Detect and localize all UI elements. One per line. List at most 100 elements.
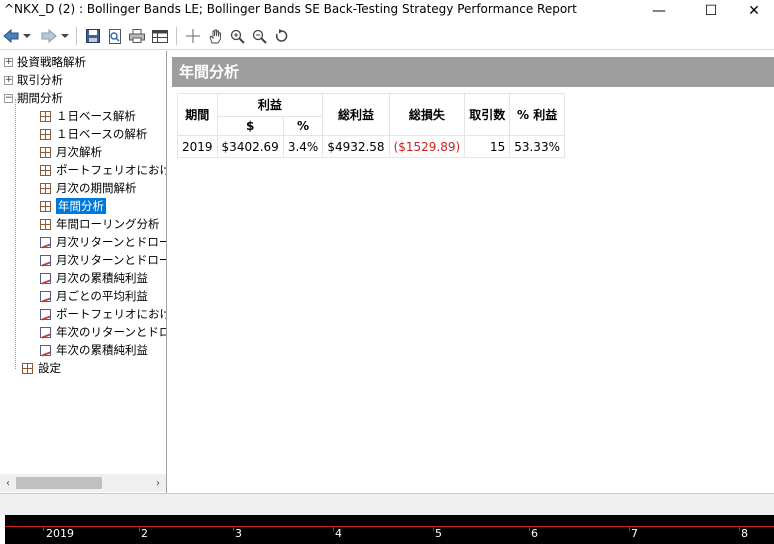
tree-node-label: 取引分析 xyxy=(17,73,63,87)
back-arrow-icon xyxy=(3,29,19,43)
collapse-icon[interactable]: − xyxy=(4,93,13,103)
tree-node-label: 投資戦略解析 xyxy=(17,55,86,69)
report-chart-icon xyxy=(40,326,51,338)
tree-item[interactable]: 月次解析 xyxy=(40,143,102,161)
scroll-right-icon[interactable]: › xyxy=(150,474,166,492)
report-chart-icon xyxy=(40,254,51,266)
tree-item[interactable]: １日ベース解析 xyxy=(40,107,136,125)
tree-item-label: 年次の累積純利益 xyxy=(56,343,148,357)
scroll-thumb[interactable] xyxy=(16,477,102,489)
pan-button[interactable] xyxy=(206,26,224,46)
tree-item-label: 年次のリターンとドローダ xyxy=(56,325,166,339)
tree-item[interactable]: 年次のリターンとドローダ xyxy=(40,323,166,341)
tree-item-label: １日ベースの解析 xyxy=(56,127,148,141)
tree-item[interactable]: 年次の累積純利益 xyxy=(40,341,148,359)
toolbar-separator xyxy=(176,27,177,45)
reset-zoom-icon xyxy=(275,28,287,42)
forward-dropdown[interactable] xyxy=(60,26,70,46)
report-table-icon xyxy=(40,164,51,176)
tree-item[interactable]: 月次の累積純利益 xyxy=(40,269,148,287)
zoom-out-button[interactable] xyxy=(250,26,268,46)
column-header-pct-profitable: % 利益 xyxy=(509,93,565,136)
timeline-label: 7 xyxy=(631,527,638,540)
tree-item-selected[interactable]: 年間分析 xyxy=(40,197,106,215)
cell-gross-loss: ($1529.89) xyxy=(388,135,466,158)
maximize-button[interactable]: ☐ xyxy=(688,0,734,22)
print-button[interactable] xyxy=(128,26,146,46)
print-preview-icon xyxy=(109,28,121,44)
tree-item[interactable]: 月次リターンとドローダウ xyxy=(40,251,166,269)
timeline-tick xyxy=(629,526,630,531)
tree-item[interactable]: 月ごとの平均利益 xyxy=(40,287,148,305)
tree-item[interactable]: 月次リターンとドローダウ xyxy=(40,233,166,251)
zoom-in-button[interactable] xyxy=(228,26,246,46)
back-dropdown[interactable] xyxy=(22,26,32,46)
minimize-icon: — xyxy=(652,3,666,19)
table-view-button[interactable] xyxy=(150,26,170,46)
timeline-tick xyxy=(43,526,44,531)
crosshair-icon xyxy=(186,29,200,43)
tree-item[interactable]: 年間ローリング分析 xyxy=(40,215,160,233)
timeline-bar[interactable]: 2019 2 3 4 5 6 7 8 xyxy=(5,515,774,544)
tree-node-label: 設定 xyxy=(38,361,61,375)
crosshair-button[interactable] xyxy=(184,26,202,46)
column-header-gross-loss: 総損失 xyxy=(388,93,466,136)
scroll-left-icon[interactable]: ‹ xyxy=(0,474,16,492)
minimize-button[interactable]: — xyxy=(636,0,682,22)
forward-button[interactable] xyxy=(40,26,58,46)
timeline-tick xyxy=(333,526,334,531)
report-table-icon xyxy=(40,182,51,194)
column-header-profit-dollar: $ xyxy=(216,115,284,137)
zoom-out-icon xyxy=(252,29,267,44)
tree-item-label: 月次の累積純利益 xyxy=(56,271,148,285)
zoom-in-icon xyxy=(230,29,245,44)
report-chart-icon xyxy=(40,308,51,320)
tree-item-label: 月次リターンとドローダウ xyxy=(56,253,166,267)
expand-icon[interactable]: + xyxy=(4,57,13,67)
print-preview-button[interactable] xyxy=(106,26,124,46)
column-header-gross-profit: 総利益 xyxy=(322,93,390,136)
column-header-profit: 利益 xyxy=(216,93,324,117)
timeline-label: 2 xyxy=(141,527,148,540)
tree-item[interactable]: １日ベースの解析 xyxy=(40,125,147,143)
report-table-icon xyxy=(40,146,51,158)
close-button[interactable]: ✕ xyxy=(734,0,774,22)
tree-item-label: 月次解析 xyxy=(56,145,102,159)
cell-profit-pct: 3.4% xyxy=(282,135,324,158)
expand-icon[interactable]: + xyxy=(4,75,13,85)
maximize-icon: ☐ xyxy=(704,3,718,19)
tree-node-period-analysis[interactable]: − 期間分析 xyxy=(4,89,63,107)
tree-node-strategy-analysis[interactable]: + 投資戦略解析 xyxy=(4,53,86,71)
timeline-tick xyxy=(739,526,740,531)
save-icon xyxy=(86,29,100,43)
table-icon xyxy=(152,29,168,43)
pan-hand-icon xyxy=(208,29,221,43)
tree-item-label: 年間分析 xyxy=(56,198,106,214)
report-chart-icon xyxy=(40,236,51,248)
tree-item-label: 月次リターンとドローダウ xyxy=(56,235,166,249)
tree-item[interactable]: ポートフェリオにおけるリ xyxy=(40,305,166,323)
column-header-profit-pct: % xyxy=(282,115,324,137)
column-header-trades: 取引数 xyxy=(464,93,511,136)
tree-item-label: 月次の期間解析 xyxy=(56,181,137,195)
cell-pct-profitable: 53.33% xyxy=(509,135,565,158)
tree-item[interactable]: ポートフェリオにおける期 xyxy=(40,161,166,179)
dropdown-icon xyxy=(23,34,31,38)
back-button[interactable] xyxy=(2,26,20,46)
tree-connector xyxy=(15,99,16,369)
report-table-icon xyxy=(40,200,51,212)
tree-node-settings[interactable]: 設定 xyxy=(22,359,61,377)
timeline-label: 4 xyxy=(335,527,342,540)
timeline-tick xyxy=(529,526,530,531)
tree-item-label: 年間ローリング分析 xyxy=(56,217,160,231)
cell-period: 2019 xyxy=(177,135,218,158)
tree-node-trade-analysis[interactable]: + 取引分析 xyxy=(4,71,63,89)
horizontal-scrollbar[interactable]: ‹ › xyxy=(0,474,166,492)
timeline-label: 6 xyxy=(531,527,538,540)
timeline-label: 8 xyxy=(741,527,748,540)
status-area xyxy=(0,493,774,515)
tree-item[interactable]: 月次の期間解析 xyxy=(40,179,137,197)
reset-zoom-button[interactable] xyxy=(272,26,290,46)
save-button[interactable] xyxy=(84,26,102,46)
cell-profit-dollar: $3402.69 xyxy=(216,135,284,158)
